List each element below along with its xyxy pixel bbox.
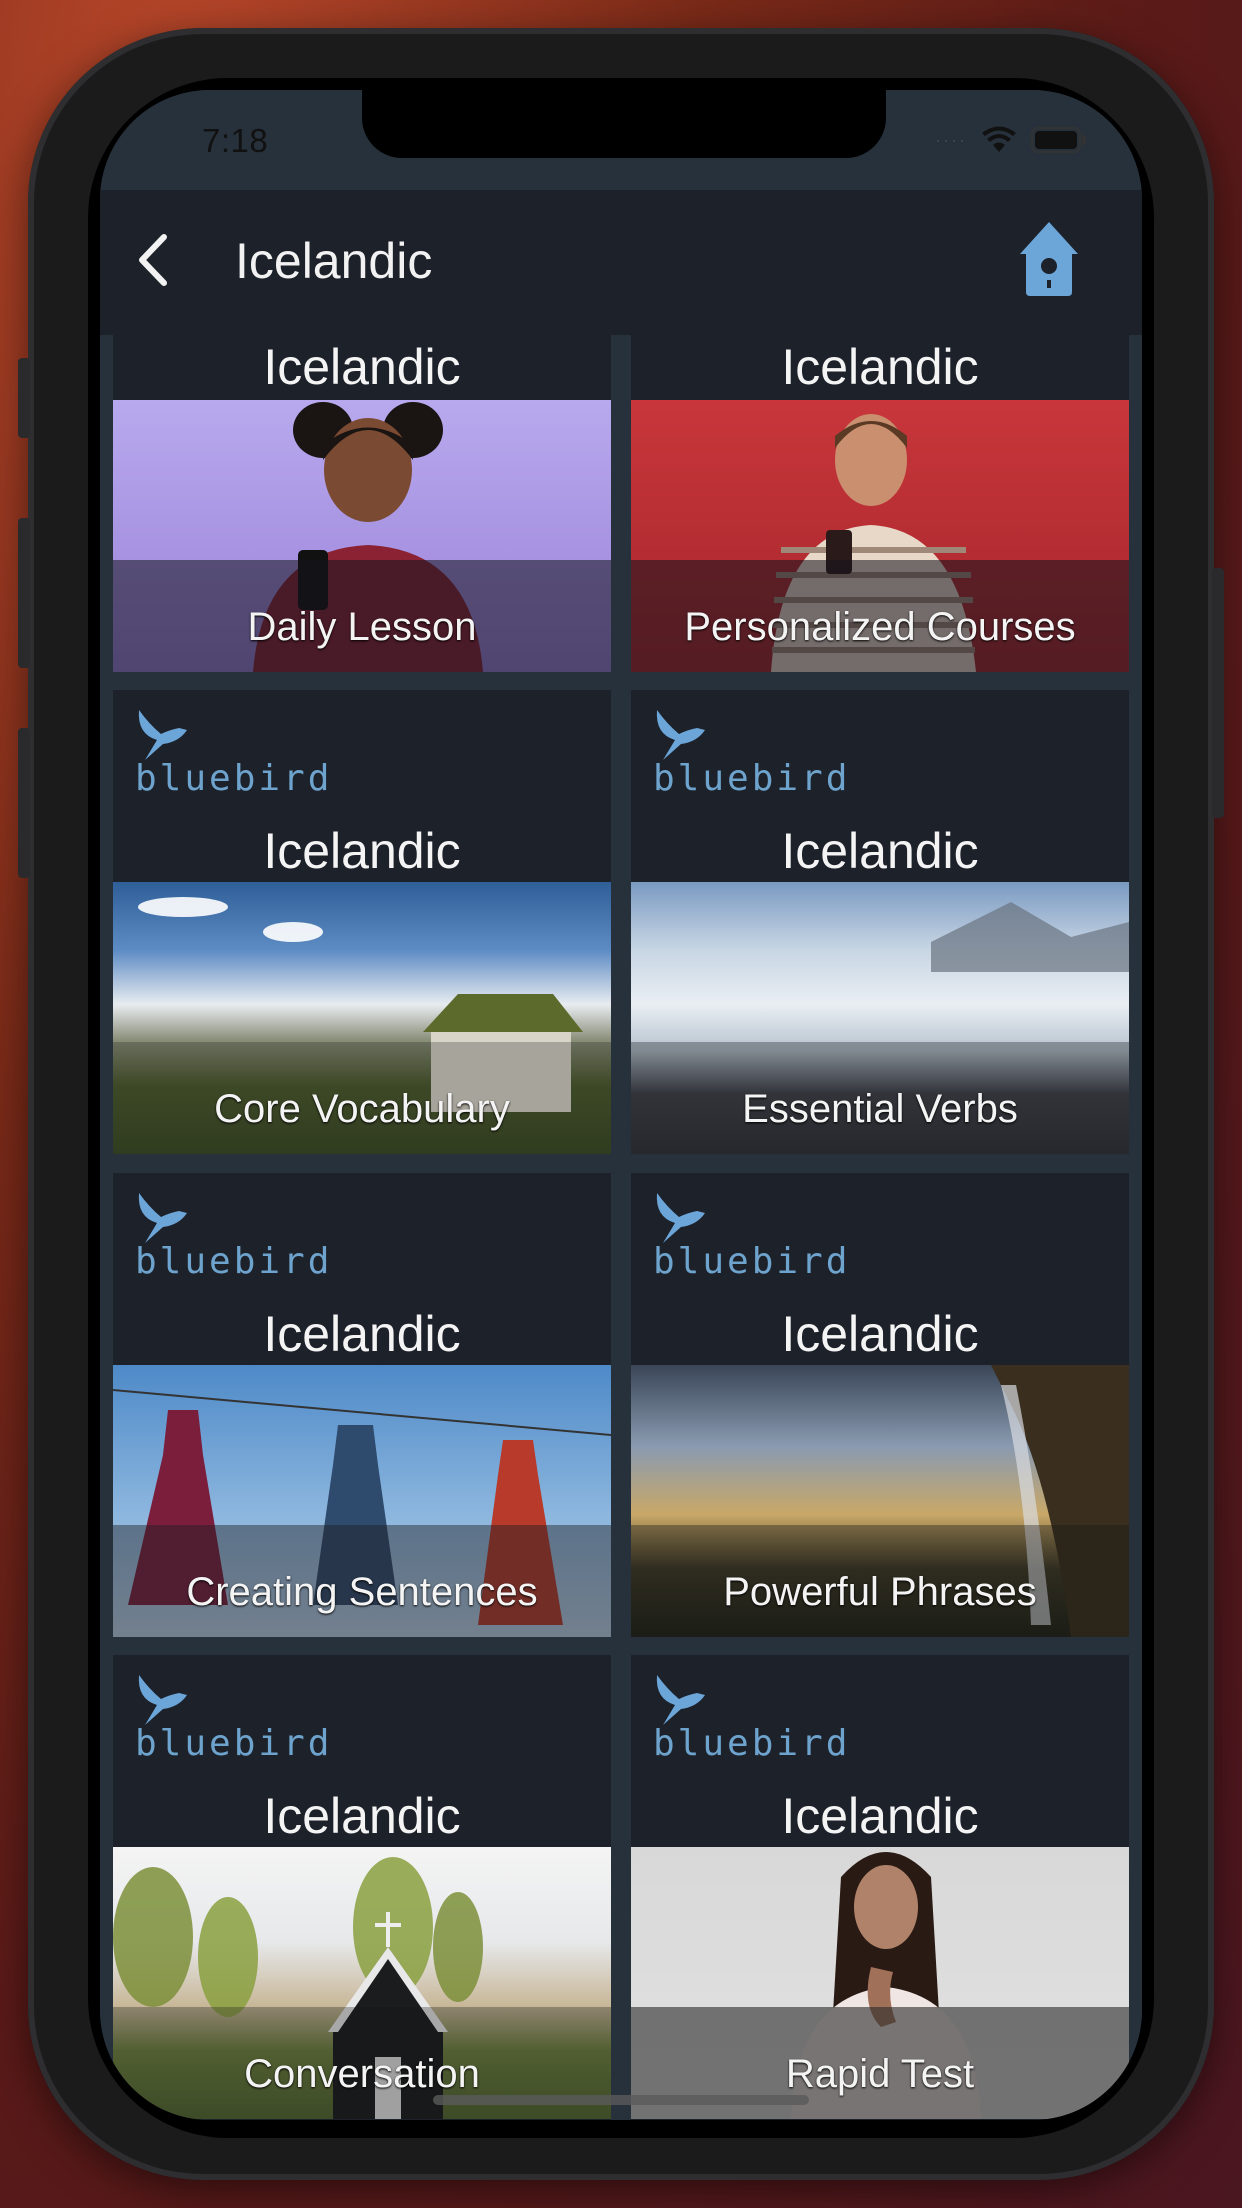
card-image: Daily Lesson [113,400,611,672]
bluebird-logo: bluebird [631,1173,1129,1303]
card-image: Rapid Test [631,1847,1129,2119]
card-caption: Core Vocabulary [214,1087,510,1131]
card-image: Personalized Courses [631,400,1129,672]
phone-volume-up-button [18,518,30,668]
card-caption: Creating Sentences [186,1570,538,1614]
bluebird-icon [138,1193,187,1243]
course-card-creating-sentences[interactable]: bluebird Icelandic Creating Sentences [113,1173,611,1637]
back-button[interactable] [128,230,178,290]
brand-name: bluebird [135,1723,333,1764]
bluebird-logo: bluebird [631,1655,1129,1785]
card-language-label: Icelandic [781,823,979,879]
phone-side-button [18,358,30,438]
notch [362,90,886,158]
course-card-core-vocabulary[interactable]: bluebird Icelandic Core Vocabulary [113,690,611,1154]
brand-name: bluebird [653,758,851,799]
bluebird-icon [656,710,705,760]
course-card-daily-lesson[interactable]: Icelandic Daily Lesson [113,335,611,672]
status-bar: 7:18 ···· [100,90,1142,190]
home-button[interactable] [1014,218,1084,298]
card-image: Creating Sentences [113,1365,611,1637]
card-language-label: Icelandic [781,1306,979,1362]
card-caption: Essential Verbs [742,1087,1018,1131]
card-caption: Personalized Courses [684,605,1076,649]
card-caption: Rapid Test [785,2052,975,2096]
card-language-label: Icelandic [263,1306,461,1362]
card-language-label: Icelandic [263,1788,461,1844]
card-caption: Daily Lesson [247,605,477,649]
status-time: 7:18 [202,122,269,159]
card-image: Powerful Phrases [631,1365,1129,1637]
bluebird-icon [656,1193,705,1243]
bluebird-logo: bluebird [113,1173,611,1303]
bluebird-logo: bluebird [113,1655,611,1785]
status-icons: ···· [935,126,1087,154]
birdhouse-home-icon [1020,222,1078,296]
course-card-conversation[interactable]: bluebird Icelandic Conversation [113,1655,611,2120]
bluebird-icon [656,1675,705,1725]
bluebird-icon [138,1675,187,1725]
chevron-left-icon [139,234,167,286]
course-card-essential-verbs[interactable]: bluebird Icelandic Essential Verbs [631,690,1129,1154]
app-screen: 7:18 ···· Icelandic Icelandic Daily Less… [100,90,1142,2120]
course-card-powerful-phrases[interactable]: bluebird Icelandic Powerful Phrases [631,1173,1129,1637]
course-grid: Icelandic Daily Lesson Icelandic Persona… [100,335,1142,2120]
bluebird-logo: bluebird [113,690,611,820]
brand-name: bluebird [653,1241,851,1282]
phone-power-button [1212,568,1224,818]
card-language-label: Icelandic [263,823,461,879]
page-title: Icelandic [235,233,433,289]
battery-icon [1031,127,1087,153]
card-image: Essential Verbs [631,882,1129,1154]
wifi-icon [981,126,1017,154]
card-caption: Powerful Phrases [723,1570,1037,1614]
card-language-label: Icelandic [781,1788,979,1844]
card-image: Conversation [113,1847,611,2119]
bluebird-icon [138,710,187,760]
brand-name: bluebird [135,758,333,799]
course-card-personalized-courses[interactable]: Icelandic Personalized Courses [631,335,1129,672]
card-caption: Conversation [244,2052,480,2096]
brand-name: bluebird [135,1241,333,1282]
card-language-label: Icelandic [781,339,979,395]
course-card-rapid-test[interactable]: bluebird Icelandic Rapid Test [631,1655,1129,2120]
cellular-signal-icon: ···· [935,129,967,150]
navigation-bar: Icelandic [100,190,1142,335]
phone-volume-down-button [18,728,30,878]
home-indicator[interactable] [433,2095,809,2105]
bluebird-logo: bluebird [631,690,1129,820]
brand-name: bluebird [653,1723,851,1764]
card-language-label: Icelandic [263,339,461,395]
card-image: Core Vocabulary [113,882,611,1154]
